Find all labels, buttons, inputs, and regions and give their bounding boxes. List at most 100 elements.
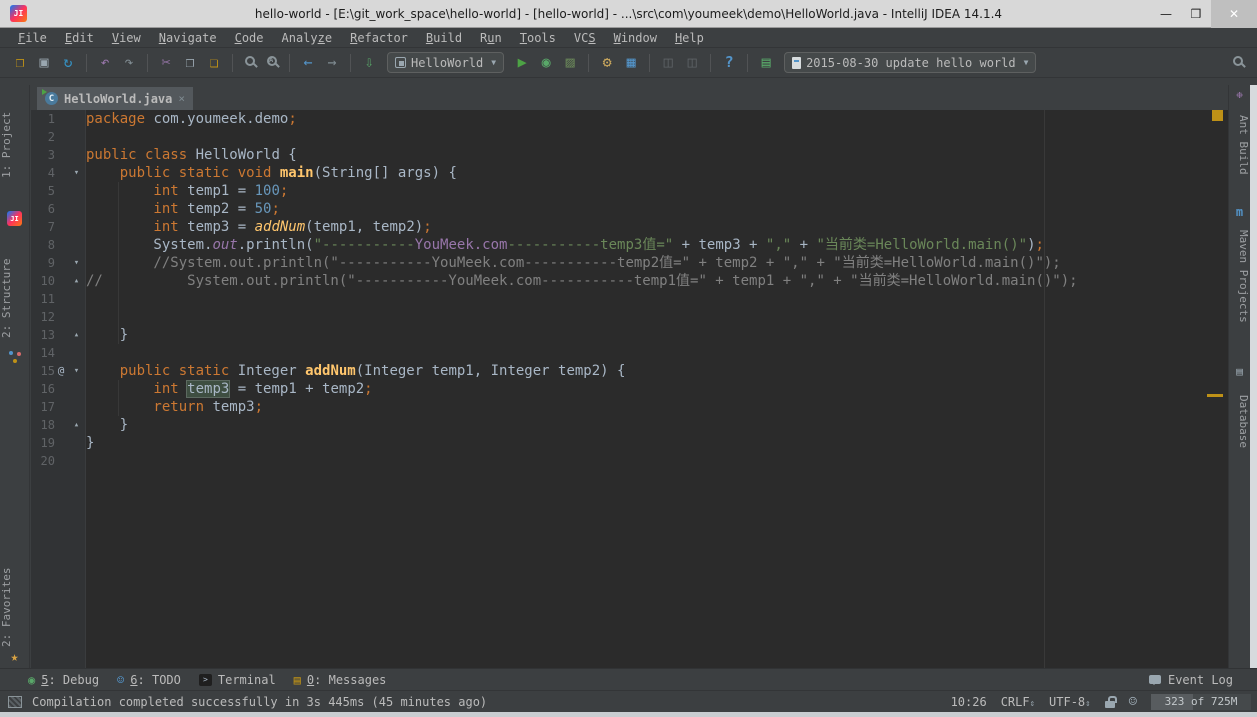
hector-inspector-icon[interactable]: ☺ — [1129, 694, 1137, 710]
toolwindow-button-maven-projects[interactable]: Maven Projects — [1229, 224, 1250, 329]
line-number[interactable]: 15 — [31, 362, 55, 380]
toolwindow-button-terminal[interactable]: >Terminal — [199, 673, 276, 687]
toolbar-separator — [588, 54, 589, 72]
menu-tools[interactable]: Tools — [512, 30, 564, 46]
disabled-tool-icon-2[interactable]: ◫ — [680, 52, 704, 74]
fold-marker-icon[interactable]: ▴ — [67, 416, 86, 434]
line-number[interactable]: 2 — [31, 128, 55, 146]
error-stripe-mark-top[interactable] — [1212, 110, 1223, 121]
settings-icon[interactable]: ⚙ — [595, 52, 619, 74]
fold-marker-icon[interactable]: ▾ — [67, 362, 86, 380]
fold-column — [67, 290, 86, 308]
vcs-update-icon[interactable]: ⇩ — [357, 52, 381, 74]
line-number[interactable]: 20 — [31, 452, 55, 470]
menu-analyze[interactable]: Analyze — [274, 30, 341, 46]
line-number[interactable]: 7 — [31, 218, 55, 236]
redo-icon[interactable]: ↷ — [117, 52, 141, 74]
save-all-icon[interactable]: ▣ — [32, 52, 56, 74]
cut-icon[interactable]: ✂ — [154, 52, 178, 74]
tab-helloworld-java[interactable]: C HelloWorld.java × — [37, 87, 193, 110]
line-number[interactable]: 18 — [31, 416, 55, 434]
toolwindow-button-ant-build[interactable]: Ant Build — [1229, 105, 1250, 185]
line-number[interactable]: 16 — [31, 380, 55, 398]
toolwindow-button-structure[interactable]: 2: Structure — [0, 248, 29, 348]
project-structure-icon[interactable]: ▦ — [619, 52, 643, 74]
line-number[interactable]: 11 — [31, 290, 55, 308]
database-icon[interactable]: ▤ — [1229, 365, 1250, 378]
line-number[interactable]: 13 — [31, 326, 55, 344]
menu-file[interactable]: File — [10, 30, 55, 46]
menu-view[interactable]: View — [104, 30, 149, 46]
menu-vcs[interactable]: VCS — [566, 30, 604, 46]
line-number[interactable]: 5 — [31, 182, 55, 200]
toolwindow-button-project[interactable]: 1: Project — [0, 90, 29, 200]
copy-icon[interactable]: ❐ — [178, 52, 202, 74]
fold-marker-icon[interactable]: ▴ — [67, 272, 86, 290]
menu-run[interactable]: Run — [472, 30, 510, 46]
debug-icon[interactable]: ◉ — [534, 52, 558, 74]
event-log-button[interactable]: Event Log — [1149, 673, 1233, 687]
error-stripe-mark-middle[interactable] — [1207, 394, 1223, 397]
toolwindow-toggle-icon[interactable] — [8, 696, 22, 708]
line-number[interactable]: 19 — [31, 434, 55, 452]
memory-indicator[interactable]: 323 of 725M — [1151, 694, 1251, 710]
line-number[interactable]: 9 — [31, 254, 55, 272]
toolwindow-button-messages[interactable]: ▤0: Messages — [294, 673, 387, 687]
fold-marker-icon[interactable]: ▾ — [67, 164, 86, 182]
toolwindow-button-database[interactable]: Database — [1229, 384, 1250, 459]
line-number[interactable]: 12 — [31, 308, 55, 326]
disabled-tool-icon-1[interactable]: ◫ — [656, 52, 680, 74]
search-everywhere-icon[interactable] — [1233, 56, 1243, 66]
line-number[interactable]: 6 — [31, 200, 55, 218]
coverage-icon[interactable]: ▨ — [558, 52, 582, 74]
undo-icon[interactable]: ↶ — [93, 52, 117, 74]
line-number[interactable]: 4 — [31, 164, 55, 182]
paste-icon[interactable]: ❏ — [202, 52, 226, 74]
editor[interactable]: 1package com.youmeek.demo;23public class… — [31, 110, 1228, 668]
back-icon[interactable]: ← — [296, 52, 320, 74]
fold-column — [67, 218, 86, 236]
menu-build[interactable]: Build — [418, 30, 470, 46]
ant-icon[interactable]: ❉ — [1229, 88, 1250, 101]
maven-icon[interactable]: m — [1229, 205, 1250, 219]
menu-navigate[interactable]: Navigate — [151, 30, 225, 46]
menu-window[interactable]: Window — [606, 30, 665, 46]
synchronize-icon[interactable]: ↻ — [56, 52, 80, 74]
toolwindow-button-favorites[interactable]: 2: Favorites — [0, 557, 29, 657]
gutter-mark — [55, 182, 67, 200]
fold-marker-icon[interactable]: ▴ — [67, 326, 86, 344]
menu-code[interactable]: Code — [227, 30, 272, 46]
line-separator-selector[interactable]: CRLF⇕ — [1001, 695, 1035, 709]
line-number[interactable]: 3 — [31, 146, 55, 164]
readonly-lock-icon[interactable] — [1105, 701, 1115, 708]
forward-icon[interactable]: → — [320, 52, 344, 74]
help-icon[interactable]: ? — [717, 52, 741, 74]
line-number[interactable]: 14 — [31, 344, 55, 362]
toolwindow-button-debug[interactable]: ◉5: Debug — [28, 673, 99, 687]
gutter-mark: @ — [55, 362, 67, 380]
close-button[interactable]: ✕ — [1211, 0, 1257, 28]
favorites-star-icon[interactable]: ★ — [0, 650, 29, 665]
toolwindow-button-todo[interactable]: ☺6: TODO — [117, 673, 181, 687]
tab-close-icon[interactable]: × — [178, 92, 185, 105]
line-number[interactable]: 1 — [31, 110, 55, 128]
line-number[interactable]: 8 — [31, 236, 55, 254]
line-number[interactable]: 10 — [31, 272, 55, 290]
fold-marker-icon[interactable]: ▾ — [67, 254, 86, 272]
run-icon[interactable]: ▶ — [510, 52, 534, 74]
menu-refactor[interactable]: Refactor — [342, 30, 416, 46]
encoding-selector[interactable]: UTF-8⇕ — [1049, 695, 1091, 709]
find-icon[interactable] — [245, 56, 255, 66]
code-segment: HelloWorld { — [187, 147, 297, 163]
minimize-button[interactable]: — — [1151, 0, 1181, 28]
menu-help[interactable]: Help — [667, 30, 712, 46]
open-icon[interactable]: ❐ — [8, 52, 32, 74]
run-configuration-combo[interactable]: HelloWorld▼ — [387, 52, 504, 73]
save-context-icon[interactable]: ▤ — [754, 52, 778, 74]
line-number[interactable]: 17 — [31, 398, 55, 416]
maximize-button[interactable]: ❒ — [1181, 0, 1211, 28]
task-combo[interactable]: 2015-08-30 update hello world▼ — [784, 52, 1036, 73]
replace-icon[interactable]: A — [267, 56, 277, 66]
code-text: // System.out.println("-----------YouMee… — [86, 272, 1078, 290]
menu-edit[interactable]: Edit — [57, 30, 102, 46]
